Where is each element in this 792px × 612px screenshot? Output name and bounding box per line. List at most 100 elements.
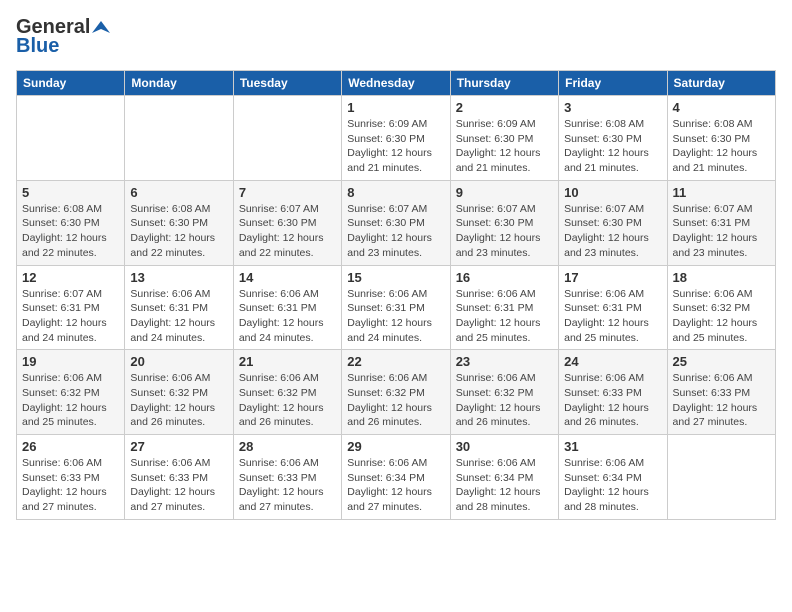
day-number: 31: [564, 439, 661, 454]
day-number: 25: [673, 354, 770, 369]
calendar-cell: 1 Sunrise: 6:09 AM Sunset: 6:30 PM Daylig…: [342, 96, 450, 181]
header-monday: Monday: [125, 71, 233, 96]
day-number: 19: [22, 354, 119, 369]
day-number: 3: [564, 100, 661, 115]
day-number: 18: [673, 270, 770, 285]
day-detail: Sunrise: 6:07 AM Sunset: 6:30 PM Dayligh…: [456, 202, 553, 261]
header-friday: Friday: [559, 71, 667, 96]
day-detail: Sunrise: 6:08 AM Sunset: 6:30 PM Dayligh…: [22, 202, 119, 261]
day-number: 10: [564, 185, 661, 200]
day-detail: Sunrise: 6:06 AM Sunset: 6:31 PM Dayligh…: [347, 287, 444, 346]
calendar-cell: 31 Sunrise: 6:06 AM Sunset: 6:34 PM Dayli…: [559, 435, 667, 520]
calendar-cell: 29 Sunrise: 6:06 AM Sunset: 6:34 PM Dayli…: [342, 435, 450, 520]
calendar-cell: 5 Sunrise: 6:08 AM Sunset: 6:30 PM Daylig…: [17, 180, 125, 265]
day-detail: Sunrise: 6:08 AM Sunset: 6:30 PM Dayligh…: [130, 202, 227, 261]
logo-blue: Blue: [16, 35, 59, 58]
day-detail: Sunrise: 6:06 AM Sunset: 6:31 PM Dayligh…: [564, 287, 661, 346]
calendar-week-row: 26Sunrise: 6:06 AM Sunset: 6:33 PM Dayli…: [17, 435, 776, 520]
day-detail: Sunrise: 6:06 AM Sunset: 6:31 PM Dayligh…: [130, 287, 227, 346]
logo: General Blue: [16, 16, 110, 58]
day-detail: Sunrise: 6:06 AM Sunset: 6:34 PM Dayligh…: [456, 456, 553, 515]
day-detail: Sunrise: 6:09 AM Sunset: 6:30 PM Dayligh…: [347, 117, 444, 176]
calendar-cell: 17 Sunrise: 6:06 AM Sunset: 6:31 PM Dayli…: [559, 265, 667, 350]
calendar-cell: 18 Sunrise: 6:06 AM Sunset: 6:32 PM Dayli…: [667, 265, 775, 350]
day-detail: Sunrise: 6:06 AM Sunset: 6:34 PM Dayligh…: [347, 456, 444, 515]
day-detail: Sunrise: 6:06 AM Sunset: 6:33 PM Dayligh…: [130, 456, 227, 515]
calendar-cell: 8 Sunrise: 6:07 AM Sunset: 6:30 PM Daylig…: [342, 180, 450, 265]
calendar-cell: 12 Sunrise: 6:07 AM Sunset: 6:31 PM Dayli…: [17, 265, 125, 350]
day-number: 24: [564, 354, 661, 369]
day-number: 29: [347, 439, 444, 454]
calendar-header-row: SundayMondayTuesdayWednesdayThursdayFrid…: [17, 71, 776, 96]
calendar-cell: 30 Sunrise: 6:06 AM Sunset: 6:34 PM Dayli…: [450, 435, 558, 520]
day-detail: Sunrise: 6:06 AM Sunset: 6:32 PM Dayligh…: [347, 371, 444, 430]
calendar-cell: 25 Sunrise: 6:06 AM Sunset: 6:33 PM Dayli…: [667, 350, 775, 435]
day-detail: Sunrise: 6:06 AM Sunset: 6:33 PM Dayligh…: [673, 371, 770, 430]
calendar-cell: [667, 435, 775, 520]
calendar-cell: 26Sunrise: 6:06 AM Sunset: 6:33 PM Dayli…: [17, 435, 125, 520]
header-sunday: Sunday: [17, 71, 125, 96]
calendar-week-row: 5 Sunrise: 6:08 AM Sunset: 6:30 PM Daylig…: [17, 180, 776, 265]
day-number: 9: [456, 185, 553, 200]
day-detail: Sunrise: 6:08 AM Sunset: 6:30 PM Dayligh…: [673, 117, 770, 176]
day-number: 12: [22, 270, 119, 285]
day-number: 6: [130, 185, 227, 200]
calendar-cell: 14 Sunrise: 6:06 AM Sunset: 6:31 PM Dayli…: [233, 265, 341, 350]
calendar-cell: [125, 96, 233, 181]
day-number: 28: [239, 439, 336, 454]
calendar-cell: 3 Sunrise: 6:08 AM Sunset: 6:30 PM Daylig…: [559, 96, 667, 181]
calendar-cell: 16Sunrise: 6:06 AM Sunset: 6:31 PM Dayli…: [450, 265, 558, 350]
calendar-cell: [233, 96, 341, 181]
day-number: 21: [239, 354, 336, 369]
calendar-cell: 9 Sunrise: 6:07 AM Sunset: 6:30 PM Daylig…: [450, 180, 558, 265]
day-number: 4: [673, 100, 770, 115]
day-number: 15: [347, 270, 444, 285]
day-number: 1: [347, 100, 444, 115]
day-number: 17: [564, 270, 661, 285]
calendar-cell: 13Sunrise: 6:06 AM Sunset: 6:31 PM Dayli…: [125, 265, 233, 350]
day-detail: Sunrise: 6:06 AM Sunset: 6:32 PM Dayligh…: [673, 287, 770, 346]
day-number: 30: [456, 439, 553, 454]
calendar-cell: 20 Sunrise: 6:06 AM Sunset: 6:32 PM Dayli…: [125, 350, 233, 435]
day-detail: Sunrise: 6:06 AM Sunset: 6:32 PM Dayligh…: [456, 371, 553, 430]
day-number: 14: [239, 270, 336, 285]
calendar-week-row: 19 Sunrise: 6:06 AM Sunset: 6:32 PM Dayli…: [17, 350, 776, 435]
calendar-cell: 15 Sunrise: 6:06 AM Sunset: 6:31 PM Dayli…: [342, 265, 450, 350]
day-detail: Sunrise: 6:06 AM Sunset: 6:33 PM Dayligh…: [239, 456, 336, 515]
calendar-cell: 6 Sunrise: 6:08 AM Sunset: 6:30 PM Daylig…: [125, 180, 233, 265]
calendar-cell: 19Sunrise: 6:06 AM Sunset: 6:32 PM Dayli…: [17, 350, 125, 435]
calendar-week-row: 12 Sunrise: 6:07 AM Sunset: 6:31 PM Dayli…: [17, 265, 776, 350]
header-tuesday: Tuesday: [233, 71, 341, 96]
day-detail: Sunrise: 6:07 AM Sunset: 6:30 PM Dayligh…: [239, 202, 336, 261]
calendar-cell: 23 Sunrise: 6:06 AM Sunset: 6:32 PM Dayli…: [450, 350, 558, 435]
day-detail: Sunrise: 6:07 AM Sunset: 6:30 PM Dayligh…: [347, 202, 444, 261]
day-detail: Sunrise: 6:07 AM Sunset: 6:30 PM Dayligh…: [564, 202, 661, 261]
header: General Blue: [16, 16, 776, 58]
day-detail: Sunrise: 6:06 AM Sunset: 6:33 PM Dayligh…: [564, 371, 661, 430]
day-detail: Sunrise: 6:06 AM Sunset: 6:31 PM Dayligh…: [456, 287, 553, 346]
day-detail: Sunrise: 6:06 AM Sunset: 6:33 PM Dayligh…: [22, 456, 119, 515]
day-detail: Sunrise: 6:08 AM Sunset: 6:30 PM Dayligh…: [564, 117, 661, 176]
calendar-week-row: 1 Sunrise: 6:09 AM Sunset: 6:30 PM Daylig…: [17, 96, 776, 181]
day-number: 27: [130, 439, 227, 454]
day-number: 23: [456, 354, 553, 369]
day-detail: Sunrise: 6:06 AM Sunset: 6:34 PM Dayligh…: [564, 456, 661, 515]
calendar-cell: 21Sunrise: 6:06 AM Sunset: 6:32 PM Dayli…: [233, 350, 341, 435]
day-number: 5: [22, 185, 119, 200]
calendar-cell: 2Sunrise: 6:09 AM Sunset: 6:30 PM Daylig…: [450, 96, 558, 181]
day-number: 7: [239, 185, 336, 200]
header-thursday: Thursday: [450, 71, 558, 96]
day-number: 20: [130, 354, 227, 369]
calendar-cell: 11Sunrise: 6:07 AM Sunset: 6:31 PM Dayli…: [667, 180, 775, 265]
day-detail: Sunrise: 6:09 AM Sunset: 6:30 PM Dayligh…: [456, 117, 553, 176]
calendar-cell: 10 Sunrise: 6:07 AM Sunset: 6:30 PM Dayli…: [559, 180, 667, 265]
day-detail: Sunrise: 6:07 AM Sunset: 6:31 PM Dayligh…: [673, 202, 770, 261]
calendar-cell: 28 Sunrise: 6:06 AM Sunset: 6:33 PM Dayli…: [233, 435, 341, 520]
day-detail: Sunrise: 6:06 AM Sunset: 6:32 PM Dayligh…: [130, 371, 227, 430]
logo-bird-icon: [92, 19, 110, 37]
day-detail: Sunrise: 6:07 AM Sunset: 6:31 PM Dayligh…: [22, 287, 119, 346]
day-detail: Sunrise: 6:06 AM Sunset: 6:31 PM Dayligh…: [239, 287, 336, 346]
header-wednesday: Wednesday: [342, 71, 450, 96]
day-number: 8: [347, 185, 444, 200]
calendar-cell: 24 Sunrise: 6:06 AM Sunset: 6:33 PM Dayli…: [559, 350, 667, 435]
